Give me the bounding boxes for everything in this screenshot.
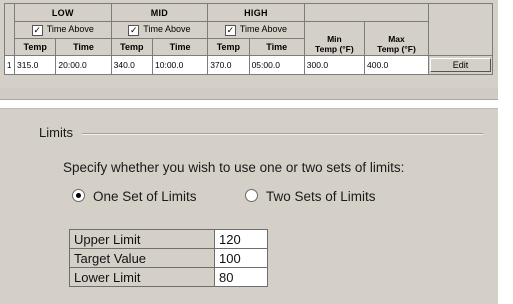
edit-column-header [427,3,494,56]
panel-shadow [0,88,498,99]
target-value-input[interactable]: 100 [214,248,268,268]
min-temp-header: Min Temp (°F) [303,21,365,56]
upper-limit-label: Upper Limit [69,229,215,249]
high-time-cell[interactable]: 05:00.0 [248,55,305,75]
radio-two-sets-label: Two Sets of Limits [266,189,376,204]
time-above-high-label: Time Above [239,24,288,34]
profile-table-panel: LOW MID HIGH ✓ Time Above ✓ Time Above ✓ Ti… [0,0,498,100]
target-value-label: Target Value [69,248,215,268]
high-temp-cell[interactable]: 370.0 [207,55,250,75]
time-above-mid[interactable]: ✓ Time Above [110,21,209,39]
time-above-low[interactable]: ✓ Time Above [14,21,112,39]
mid-temp-cell[interactable]: 340.0 [110,55,154,75]
time-above-mid-label: Time Above [143,24,191,34]
limits-table: Upper Limit 120 Target Value 100 Lower L… [69,229,268,287]
radio-one-set-label: One Set of Limits [93,189,197,204]
limits-groupbox-legend: Limits [39,125,73,140]
max-temp-header-line1: Max [388,34,405,44]
minmax-header-blank [303,3,429,22]
max-temp-cell[interactable]: 400.0 [363,55,429,75]
radio-two-sets[interactable]: Two Sets of Limits [245,189,376,204]
max-temp-header-line2: Temp (°F) [377,44,416,54]
lower-limit-label: Lower Limit [69,267,215,287]
mid-time-header: Time [151,38,209,56]
low-temp-cell[interactable]: 315.0 [14,55,57,75]
high-temp-header: Temp [207,38,250,56]
groupbox-divider [82,133,483,135]
table-row: Lower Limit 80 [69,267,268,287]
time-above-low-checkbox[interactable]: ✓ [31,25,43,36]
radio-one-set-button[interactable] [72,189,85,202]
limits-prompt: Specify whether you wish to use one or t… [63,160,405,175]
row-index: 1 [3,55,16,75]
min-temp-cell[interactable]: 300.0 [303,55,365,75]
low-time-header: Time [55,38,112,56]
min-temp-header-line2: Temp (°F) [315,44,354,54]
upper-limit-input[interactable]: 120 [214,229,268,249]
radio-two-sets-button[interactable] [245,189,258,202]
table-row: Upper Limit 120 [69,229,268,249]
table-row: Target Value 100 [69,248,268,268]
group-header-high: HIGH [207,3,305,22]
mid-time-cell[interactable]: 10:00.0 [151,55,209,75]
edit-cell: Edit [427,55,494,75]
group-header-low: LOW [14,3,112,22]
group-header-mid: MID [110,3,209,22]
table-corner [3,3,16,56]
min-temp-header-line1: Min [327,34,342,44]
radio-one-set[interactable]: One Set of Limits [72,189,197,204]
edit-button[interactable]: Edit [429,58,491,72]
max-temp-header: Max Temp (°F) [363,21,429,56]
time-above-high-checkbox[interactable]: ✓ [224,25,236,36]
lower-limit-input[interactable]: 80 [214,267,268,287]
limits-panel: Limits Specify whether you wish to use o… [0,108,498,304]
mid-temp-header: Temp [110,38,154,56]
high-time-header: Time [248,38,305,56]
low-time-cell[interactable]: 20:00.0 [55,55,112,75]
time-above-low-label: Time Above [46,24,94,34]
time-above-high[interactable]: ✓ Time Above [207,21,305,39]
low-temp-header: Temp [14,38,57,56]
profile-table: LOW MID HIGH ✓ Time Above ✓ Time Above ✓ Ti… [3,3,494,75]
time-above-mid-checkbox[interactable]: ✓ [128,25,140,36]
table-row: 1 315.0 20:00.0 340.0 10:00.0 370.0 05:0… [3,55,494,75]
